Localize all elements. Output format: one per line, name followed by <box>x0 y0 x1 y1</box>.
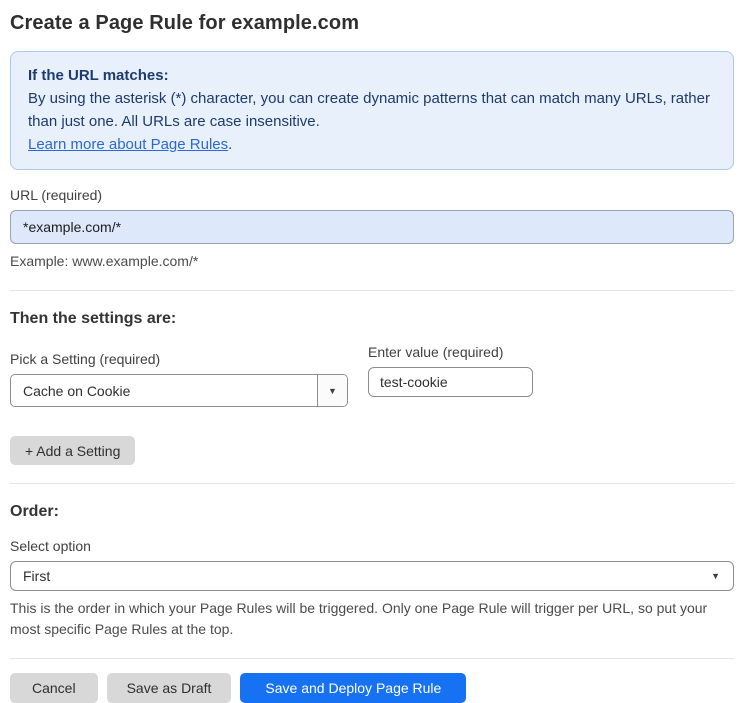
enter-value-label: Enter value (required) <box>368 344 504 360</box>
info-box-link-line: Learn more about Page Rules. <box>28 133 716 156</box>
setting-value-input[interactable] <box>368 367 533 397</box>
divider <box>10 290 734 291</box>
form-actions: Cancel Save as Draft Save and Deploy Pag… <box>10 673 734 703</box>
info-box-body: By using the asterisk (*) character, you… <box>28 90 710 130</box>
setting-column: Pick a Setting (required) Cache on Cooki… <box>10 334 348 407</box>
chevron-down-icon: ▼ <box>328 385 337 396</box>
url-label: URL (required) <box>10 187 103 203</box>
create-page-rule-form: Create a Page Rule for example.com If th… <box>0 0 744 703</box>
url-example-text: Example: www.example.com/* <box>10 253 199 269</box>
page-title: Create a Page Rule for example.com <box>10 12 360 34</box>
cancel-button[interactable]: Cancel <box>10 673 98 703</box>
url-match-info-box: If the URL matches: By using the asteris… <box>10 51 734 170</box>
order-select[interactable]: First ▼ <box>10 561 734 591</box>
order-select-value: First <box>23 568 51 584</box>
setting-dropdown-value: Cache on Cookie <box>23 382 131 399</box>
order-helper-text: This is the order in which your Page Rul… <box>10 600 708 637</box>
order-heading: Order: <box>10 503 59 520</box>
setting-dropdown[interactable]: Cache on Cookie ▼ <box>10 374 348 407</box>
settings-heading: Then the settings are: <box>10 310 177 327</box>
settings-row: Pick a Setting (required) Cache on Cooki… <box>10 334 734 407</box>
value-column: Enter value (required) <box>368 334 533 397</box>
url-input[interactable] <box>10 210 734 244</box>
add-setting-button[interactable]: + Add a Setting <box>10 436 136 465</box>
info-box-heading: If the URL matches: <box>28 67 169 84</box>
learn-more-link[interactable]: Learn more about Page Rules <box>28 136 228 153</box>
pick-setting-label: Pick a Setting (required) <box>10 351 161 367</box>
save-as-draft-button[interactable]: Save as Draft <box>106 673 232 703</box>
setting-dropdown-arrow-button[interactable]: ▼ <box>317 375 347 406</box>
select-option-label: Select option <box>10 538 91 554</box>
chevron-down-icon: ▼ <box>711 571 720 581</box>
divider <box>10 483 734 484</box>
divider <box>10 658 734 659</box>
save-and-deploy-button[interactable]: Save and Deploy Page Rule <box>240 673 467 703</box>
link-suffix: . <box>228 136 233 153</box>
